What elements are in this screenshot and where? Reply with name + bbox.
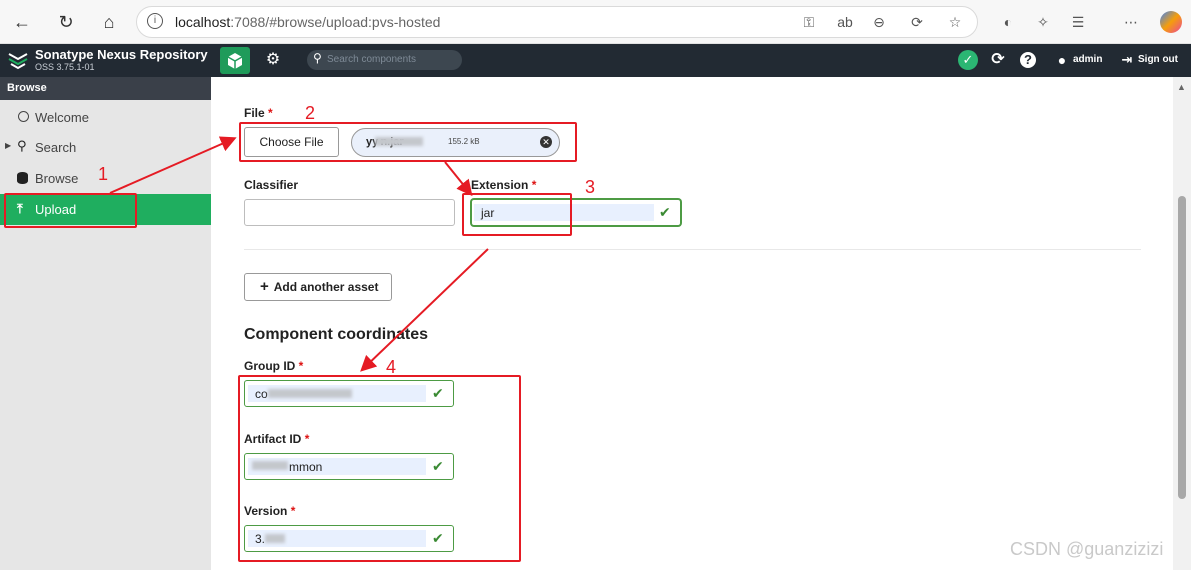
annotation-arrow (444, 161, 473, 197)
annotation-arrows (109, 136, 489, 372)
annotation-arrow (360, 248, 489, 372)
watermark: CSDN @guanzizizi (1010, 539, 1164, 559)
annotation-arrow (109, 136, 237, 194)
